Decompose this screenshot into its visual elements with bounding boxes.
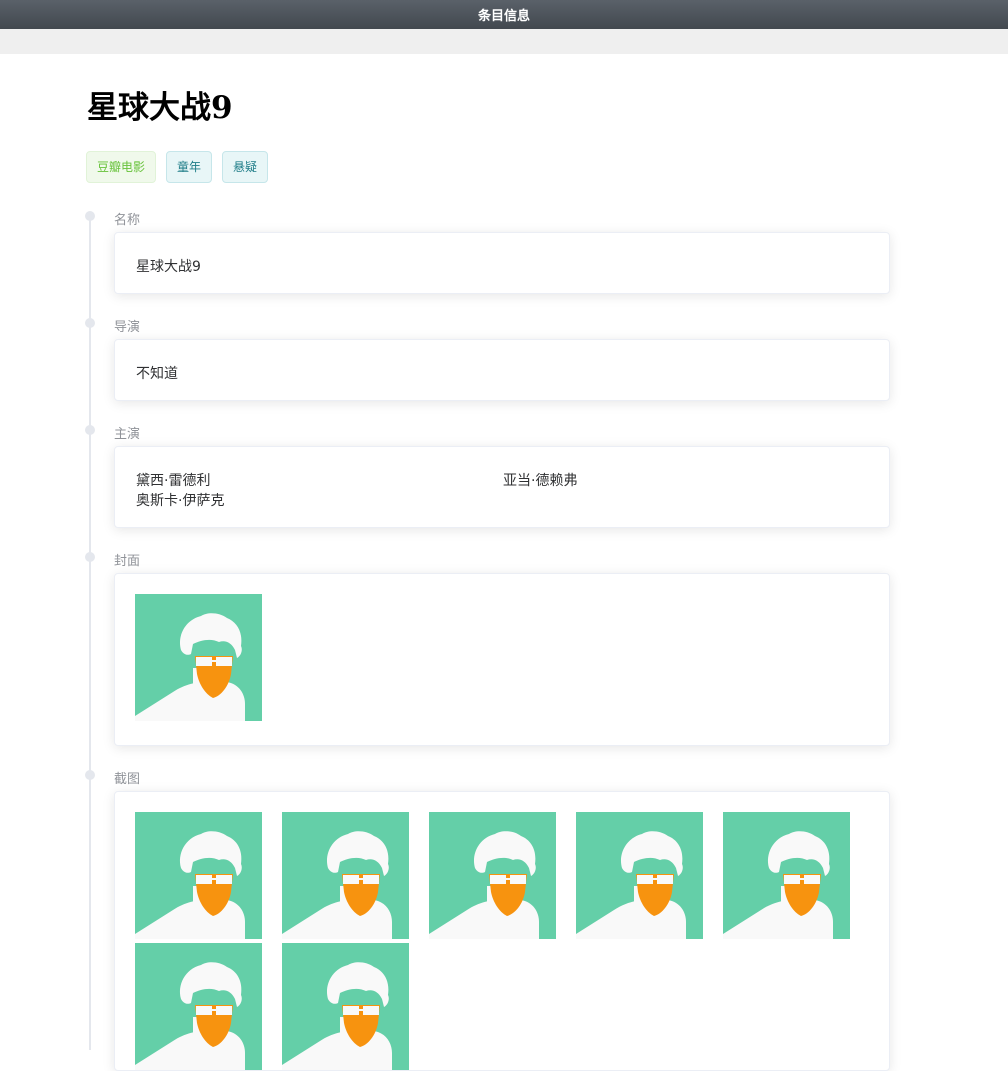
screenshot-image[interactable]	[429, 812, 556, 939]
screenshots-label: 截图	[114, 772, 141, 787]
director-card: 不知道	[114, 339, 890, 401]
screenshot-image[interactable]	[135, 943, 262, 1070]
cover-image[interactable]	[135, 594, 262, 721]
timeline-node	[85, 770, 95, 780]
tag-mystery[interactable]: 悬疑	[222, 151, 269, 183]
director-label: 导演	[114, 320, 141, 335]
tag-childhood[interactable]: 童年	[166, 151, 213, 183]
cover-label: 封面	[114, 554, 141, 569]
timeline-node	[85, 425, 95, 435]
screenshot-image[interactable]	[282, 812, 409, 939]
avatar-placeholder-icon	[135, 943, 262, 1070]
screenshot-image[interactable]	[135, 812, 262, 939]
avatar-placeholder-icon	[135, 812, 262, 939]
cover-card	[114, 573, 890, 746]
cast-member: 奥斯卡·伊萨克	[136, 493, 225, 509]
tag-list: 豆瓣电影 童年 悬疑	[86, 151, 269, 183]
timeline-node	[85, 211, 95, 221]
avatar-placeholder-icon	[723, 812, 850, 939]
cast-card: 黛西·雷德利 亚当·德赖弗 奥斯卡·伊萨克	[114, 446, 890, 528]
page-title: 星球大战9	[87, 90, 233, 126]
avatar-placeholder-icon	[429, 812, 556, 939]
screenshots-card	[114, 791, 890, 1071]
screenshot-image[interactable]	[576, 812, 703, 939]
director-value: 不知道	[136, 366, 178, 382]
timeline-node	[85, 552, 95, 562]
name-label: 名称	[114, 213, 141, 228]
cast-member: 亚当·德赖弗	[503, 473, 578, 489]
window-title-bar: 条目信息	[0, 0, 1008, 29]
screenshot-image[interactable]	[723, 812, 850, 939]
name-card: 星球大战9	[114, 232, 890, 294]
header-band	[0, 29, 1008, 54]
screenshot-image[interactable]	[282, 943, 409, 1070]
tag-douban-movie[interactable]: 豆瓣电影	[86, 151, 157, 183]
timeline-line	[89, 216, 91, 1050]
timeline-node	[85, 318, 95, 328]
name-value: 星球大战9	[136, 259, 201, 275]
avatar-placeholder-icon	[576, 812, 703, 939]
avatar-placeholder-icon	[135, 594, 262, 721]
avatar-placeholder-icon	[282, 943, 409, 1070]
cast-label: 主演	[114, 427, 141, 442]
cast-member: 黛西·雷德利	[136, 473, 211, 489]
window-title: 条目信息	[477, 9, 530, 24]
avatar-placeholder-icon	[282, 812, 409, 939]
